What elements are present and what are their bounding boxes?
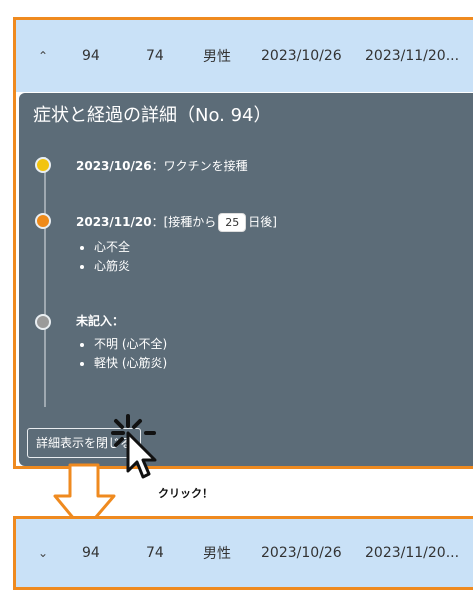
cell-sex: 男性	[203, 49, 231, 65]
timeline-entry-onset: 2023/11/20：[接種から25日後] 心不全 心筋炎	[76, 213, 277, 276]
timeline-line	[44, 157, 46, 407]
cell-id: 94	[82, 48, 100, 64]
timeline-dot-vaccination	[35, 157, 51, 173]
timeline-entry-vaccination: 2023/10/26：ワクチンを接種	[76, 159, 248, 173]
table-row-expanded[interactable]: ⌃ 94 74 男性 2023/10/26 2023/11/20...	[16, 20, 473, 92]
entry-date: 2023/10/26	[76, 159, 152, 173]
cell-age: 74	[146, 48, 164, 64]
entry-date: 未記入	[76, 314, 113, 328]
timeline-dot-onset	[35, 213, 51, 229]
entry-text: ワクチンを接種	[163, 159, 248, 173]
table-row-collapsed[interactable]: ⌄ 94 74 男性 2023/10/26 2023/11/20...	[16, 519, 473, 587]
cell-date-1: 2023/10/26	[261, 545, 342, 561]
cell-date-2: 2023/11/20...	[365, 545, 460, 561]
cell-id: 94	[82, 545, 100, 561]
outcome-list: 不明 (心不全) 軽快 (心筋炎)	[76, 335, 167, 371]
detail-title: 症状と経過の詳細（No. 94）	[33, 105, 272, 126]
cell-sex: 男性	[203, 546, 231, 562]
click-annotation: クリック！	[158, 487, 213, 500]
expanded-record: ⌃ 94 74 男性 2023/10/26 2023/11/20... 症状と経…	[13, 17, 473, 469]
symptom-list: 心不全 心筋炎	[76, 238, 277, 274]
timeline-dot-outcome	[35, 314, 51, 330]
collapsed-record: ⌄ 94 74 男性 2023/10/26 2023/11/20...	[13, 516, 473, 590]
detail-panel: 症状と経過の詳細（No. 94） 2023/10/26：ワクチンを接種 2023…	[19, 93, 473, 466]
chevron-down-icon[interactable]: ⌄	[38, 546, 48, 560]
days-badge: 25	[218, 213, 247, 232]
list-item: 心筋炎	[94, 257, 277, 274]
list-item: 軽快 (心筋炎)	[94, 354, 167, 371]
cell-date-1: 2023/10/26	[261, 48, 342, 64]
cell-date-2: 2023/11/20...	[365, 48, 460, 64]
timeline-entry-outcome: 未記入： 不明 (心不全) 軽快 (心筋炎)	[76, 312, 167, 373]
entry-date: 2023/11/20	[76, 215, 152, 229]
list-item: 心不全	[94, 238, 277, 255]
cell-age: 74	[146, 545, 164, 561]
chevron-up-icon[interactable]: ⌃	[38, 49, 48, 63]
list-item: 不明 (心不全)	[94, 335, 167, 352]
